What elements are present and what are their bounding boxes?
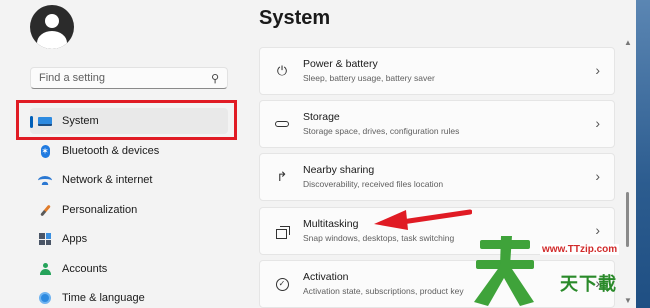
card-power-battery[interactable]: ⏻ Power & battery Sleep, battery usage, … — [259, 47, 615, 95]
search-placeholder: Find a setting — [39, 72, 106, 84]
globe-icon — [38, 291, 52, 305]
card-title: Activation — [303, 271, 349, 283]
sidebar-item-label: Network & internet — [62, 174, 153, 186]
card-title: Power & battery — [303, 58, 378, 70]
user-avatar[interactable] — [30, 5, 74, 49]
watermark-logo — [474, 236, 534, 306]
storage-icon — [274, 116, 290, 132]
activation-icon: ✓ — [274, 276, 290, 292]
apps-icon — [38, 232, 52, 246]
multitasking-icon — [274, 223, 290, 239]
sidebar-item-time-language[interactable]: Time & language — [30, 285, 228, 308]
chevron-right-icon: › — [595, 168, 600, 184]
chevron-right-icon: › — [595, 115, 600, 131]
page-title: System — [259, 7, 331, 29]
card-subtitle: Storage space, drives, configuration rul… — [303, 126, 460, 136]
sidebar-item-apps[interactable]: Apps — [30, 226, 228, 252]
card-subtitle: Discoverability, received files location — [303, 179, 444, 189]
wifi-icon — [38, 173, 52, 187]
watermark-text: 天下載 — [560, 274, 617, 294]
bluetooth-icon: ✶ — [40, 144, 50, 158]
sidebar-item-label: Bluetooth & devices — [62, 145, 160, 157]
sidebar-item-personalization[interactable]: Personalization — [30, 197, 228, 223]
card-subtitle: Snap windows, desktops, task switching — [303, 233, 455, 243]
person-icon — [38, 262, 52, 276]
sidebar-item-label: Accounts — [62, 263, 108, 275]
card-title: Storage — [303, 111, 340, 123]
sidebar-item-bluetooth[interactable]: ✶ Bluetooth & devices — [30, 138, 228, 164]
search-input[interactable]: Find a setting ⚲ — [30, 67, 228, 89]
sidebar-item-label: Time & language — [62, 292, 145, 304]
card-storage[interactable]: Storage Storage space, drives, configura… — [259, 100, 615, 148]
annotation-highlight-box — [16, 100, 237, 140]
annotation-arrow-icon — [374, 209, 472, 230]
card-nearby-sharing[interactable]: ↱ Nearby sharing Discoverability, receiv… — [259, 153, 615, 201]
sidebar-item-accounts[interactable]: Accounts — [30, 256, 228, 282]
card-title: Multitasking — [303, 218, 359, 230]
card-title: Nearby sharing — [303, 164, 375, 176]
share-icon: ↱ — [276, 169, 288, 184]
chevron-right-icon: › — [595, 62, 600, 78]
card-subtitle: Sleep, battery usage, battery saver — [303, 73, 435, 83]
brush-icon — [38, 203, 52, 217]
sidebar-item-label: Personalization — [62, 204, 138, 216]
sidebar-item-network[interactable]: Network & internet — [30, 167, 228, 193]
search-icon: ⚲ — [210, 73, 219, 85]
sidebar-item-label: Apps — [62, 233, 88, 245]
scroll-up-arrow-icon[interactable]: ▲ — [624, 38, 632, 47]
power-icon: ⏻ — [276, 63, 288, 78]
card-subtitle: Activation state, subscriptions, product… — [303, 286, 464, 296]
watermark-url: www.TTzip.com — [540, 244, 620, 255]
